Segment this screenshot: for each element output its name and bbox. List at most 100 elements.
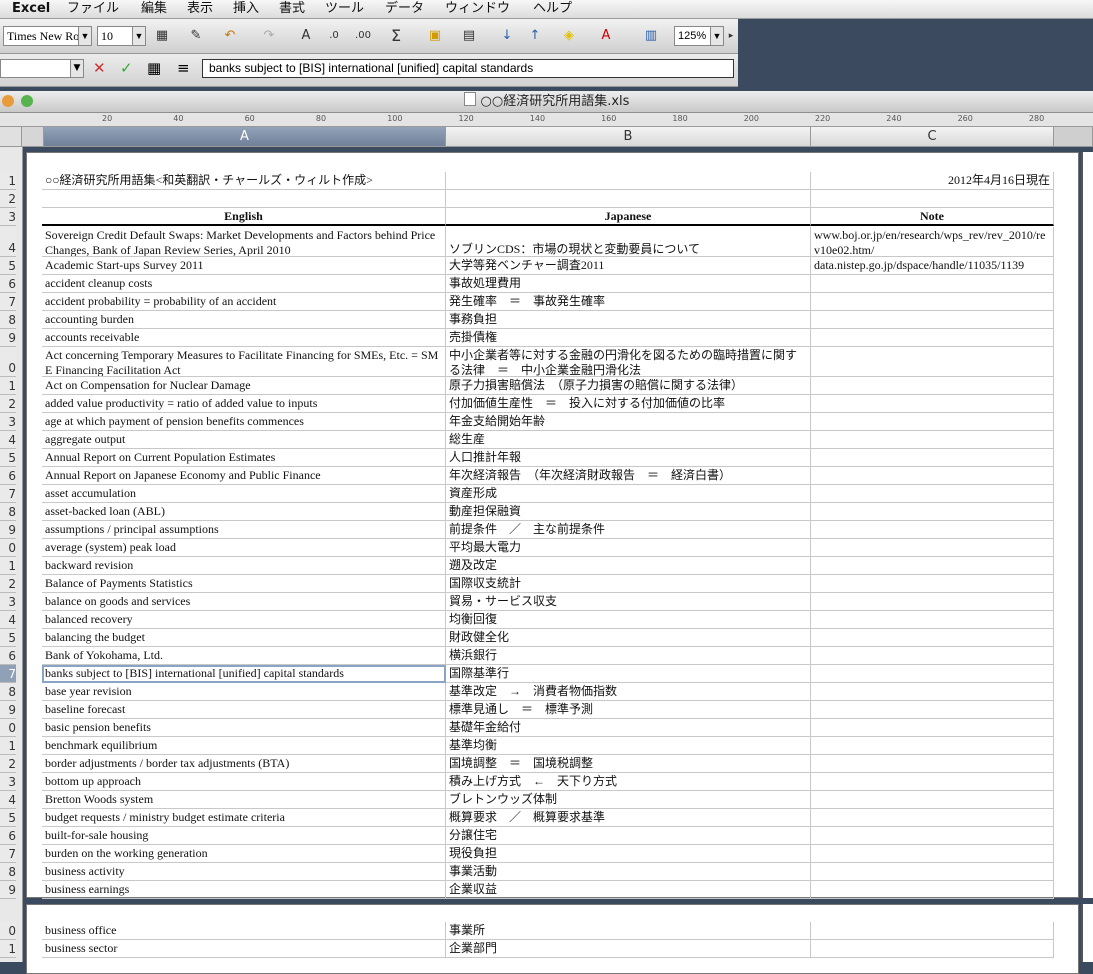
english-term-cell[interactable]: balancing the budget (42, 629, 446, 647)
row-header[interactable]: 1 (0, 940, 16, 958)
english-term-cell[interactable]: Bank of Yokohama, Ltd. (42, 647, 446, 665)
note-cell[interactable] (811, 647, 1054, 665)
japanese-term-cell[interactable]: 積み上げ方式 ← 天下り方式 (446, 773, 811, 791)
name-box[interactable]: ▼ (0, 59, 84, 78)
english-term-cell[interactable]: business sector (42, 940, 446, 958)
chevron-down-icon[interactable]: ▼ (710, 27, 723, 45)
japanese-term-cell[interactable]: 中小企業者等に対する金融の円滑化を図るための臨時措置に関する法律 ＝ 中小企業金… (446, 347, 811, 377)
english-term-cell[interactable]: Bretton Woods system (42, 791, 446, 809)
japanese-term-cell[interactable]: 大学等発ベンチャー調査2011 (446, 257, 811, 275)
english-term-cell[interactable]: benchmark equilibrium (42, 737, 446, 755)
row-header[interactable]: 2 (0, 190, 16, 208)
english-term-cell[interactable]: Annual Report on Current Population Esti… (42, 449, 446, 467)
japanese-term-cell[interactable]: 現役負担 (446, 845, 811, 863)
note-cell[interactable] (811, 683, 1054, 701)
header-note[interactable]: Note (811, 208, 1054, 226)
english-term-cell[interactable]: Annual Report on Japanese Economy and Pu… (42, 467, 446, 485)
row-header[interactable]: 5 (0, 629, 16, 647)
note-cell[interactable] (811, 773, 1054, 791)
japanese-term-cell[interactable]: 企業部門 (446, 940, 811, 958)
english-term-cell[interactable]: baseline forecast (42, 701, 446, 719)
note-cell[interactable] (811, 449, 1054, 467)
japanese-term-cell[interactable]: 貿易・サービス収支 (446, 593, 811, 611)
cell[interactable] (446, 172, 811, 190)
calculator-icon[interactable]: ▦ (147, 59, 161, 78)
note-cell[interactable] (811, 809, 1054, 827)
menu-edit[interactable]: 編集 (141, 0, 167, 18)
note-cell[interactable] (811, 503, 1054, 521)
row-header[interactable]: 3 (0, 208, 16, 226)
english-term-cell[interactable]: business office (42, 922, 446, 940)
row-header[interactable]: 0 (0, 347, 16, 377)
menu-tools[interactable]: ツール (325, 0, 364, 18)
english-term-cell[interactable]: age at which payment of pension benefits… (42, 413, 446, 431)
english-term-cell[interactable]: backward revision (42, 557, 446, 575)
enter-icon[interactable]: ✓ (120, 59, 133, 78)
row-header[interactable]: 8 (0, 311, 16, 329)
formula-input[interactable]: banks subject to [BIS] international [un… (202, 59, 734, 78)
japanese-term-cell[interactable]: ソブリンCDS：市場の現状と変動要員について (446, 227, 811, 257)
english-term-cell[interactable]: burden on the working generation (42, 845, 446, 863)
note-cell[interactable] (811, 827, 1054, 845)
english-term-cell[interactable]: aggregate output (42, 431, 446, 449)
cell[interactable] (446, 190, 811, 208)
japanese-term-cell[interactable]: 原子力損害賠償法 （原子力損害の賠償に関する法律） (446, 377, 811, 395)
row-header[interactable]: 9 (0, 881, 16, 899)
japanese-term-cell[interactable]: 前提条件 ／ 主な前提条件 (446, 521, 811, 539)
row-header[interactable]: 5 (0, 257, 16, 275)
japanese-term-cell[interactable]: 事業活動 (446, 863, 811, 881)
chevron-down-icon[interactable]: ▼ (70, 60, 83, 77)
header-japanese[interactable]: Japanese (446, 208, 811, 226)
row-header[interactable]: 1 (0, 172, 16, 190)
row-header[interactable]: 6 (0, 647, 16, 665)
note-cell[interactable] (811, 755, 1054, 773)
note-cell[interactable] (811, 611, 1054, 629)
menu-file[interactable]: ファイル (67, 0, 119, 18)
column-header-a[interactable]: A (44, 127, 446, 147)
row-header[interactable]: 1 (0, 557, 16, 575)
note-cell[interactable] (811, 791, 1054, 809)
font-size-select[interactable]: 10 ▼ (97, 26, 146, 46)
japanese-term-cell[interactable]: 事故処理費用 (446, 275, 811, 293)
note-cell[interactable] (811, 275, 1054, 293)
row-header[interactable]: 5 (0, 809, 16, 827)
menu-help[interactable]: ヘルプ (533, 0, 572, 18)
note-cell[interactable] (811, 485, 1054, 503)
autosum-icon[interactable]: Σ (385, 25, 407, 47)
row-header[interactable]: 7 (0, 485, 16, 503)
row-header[interactable]: 9 (0, 521, 16, 539)
menu-window[interactable]: ウィンドウ (445, 0, 510, 18)
japanese-term-cell[interactable]: 事務負担 (446, 311, 811, 329)
english-term-cell[interactable]: Balance of Payments Statistics (42, 575, 446, 593)
english-term-cell[interactable]: business earnings (42, 881, 446, 899)
chevron-down-icon[interactable]: ▼ (132, 27, 145, 45)
japanese-term-cell[interactable]: 付加価値生産性 ＝ 投入に対する付加価値の比率 (446, 395, 811, 413)
japanese-term-cell[interactable]: 概算要求 ／ 概算要求基準 (446, 809, 811, 827)
english-term-cell[interactable]: asset-backed loan (ABL) (42, 503, 446, 521)
english-term-cell[interactable]: base year revision (42, 683, 446, 701)
english-term-cell[interactable]: asset accumulation (42, 485, 446, 503)
japanese-term-cell[interactable]: 発生確率 ＝ 事故発生確率 (446, 293, 811, 311)
increase-decimal-icon[interactable]: .0 (323, 25, 345, 47)
japanese-term-cell[interactable]: 基礎年金給付 (446, 719, 811, 737)
row-header[interactable]: 9 (0, 329, 16, 347)
note-cell[interactable] (811, 521, 1054, 539)
english-term-cell[interactable]: bottom up approach (42, 773, 446, 791)
note-cell[interactable] (811, 413, 1054, 431)
english-term-cell[interactable]: Act on Compensation for Nuclear Damage (42, 377, 446, 395)
row-header[interactable]: 1 (0, 377, 16, 395)
note-cell[interactable] (811, 665, 1054, 683)
menu-insert[interactable]: 挿入 (233, 0, 259, 18)
cell[interactable] (811, 190, 1054, 208)
english-term-cell[interactable]: accident probability = probability of an… (42, 293, 446, 311)
borders-icon[interactable]: ▤ (458, 25, 480, 47)
english-term-cell[interactable]: Academic Start-ups Survey 2011 (42, 257, 446, 275)
japanese-term-cell[interactable]: 年次経済報告 （年次経済財政報告 ＝ 経済白書） (446, 467, 811, 485)
cancel-icon[interactable]: ✕ (93, 59, 106, 78)
english-term-cell[interactable]: accounting burden (42, 311, 446, 329)
english-term-cell[interactable]: accident cleanup costs (42, 275, 446, 293)
redo-icon[interactable]: ↷ (258, 25, 280, 47)
japanese-term-cell[interactable]: 財政健全化 (446, 629, 811, 647)
menu-format[interactable]: 書式 (279, 0, 305, 18)
note-cell[interactable] (811, 737, 1054, 755)
